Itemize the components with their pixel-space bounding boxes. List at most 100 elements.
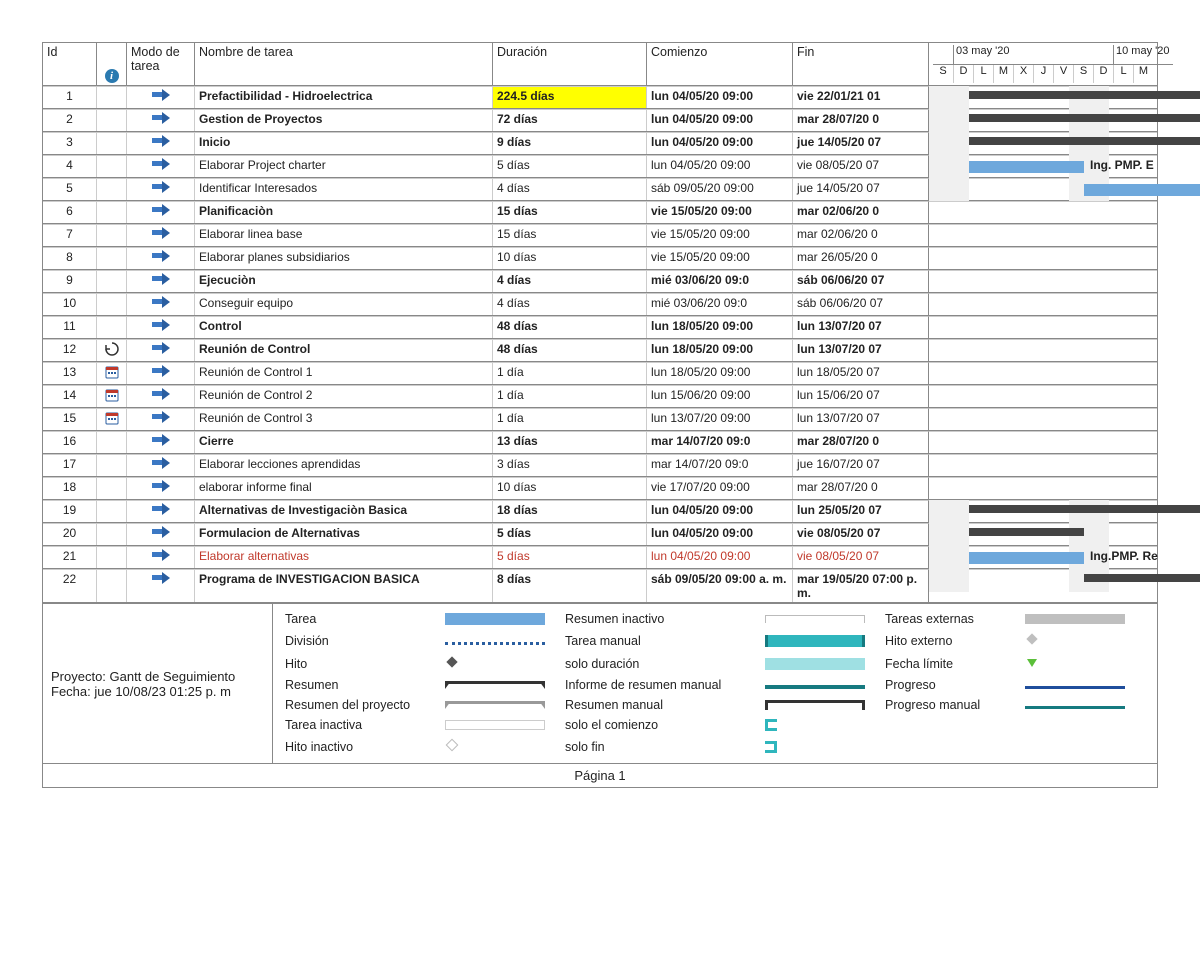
cell-id[interactable]: 11 (43, 316, 97, 338)
cell-finish[interactable]: mar 02/06/20 0 (793, 201, 929, 223)
cell-start[interactable]: lun 04/05/20 09:00 (647, 109, 793, 131)
cell-task-name[interactable]: Elaborar Project charter (195, 155, 493, 177)
cell-start[interactable]: mar 14/07/20 09:0 (647, 431, 793, 453)
cell-timeline[interactable] (929, 293, 1157, 315)
cell-start[interactable]: vie 15/05/20 09:00 (647, 201, 793, 223)
col-start[interactable]: Comienzo (647, 43, 793, 85)
cell-timeline[interactable] (929, 408, 1157, 430)
cell-id[interactable]: 3 (43, 132, 97, 154)
cell-id[interactable]: 9 (43, 270, 97, 292)
cell-start[interactable]: lun 04/05/20 09:00 (647, 86, 793, 108)
cell-mode[interactable] (127, 362, 195, 384)
cell-task-name[interactable]: Planificaciòn (195, 201, 493, 223)
cell-id[interactable]: 13 (43, 362, 97, 384)
task-row[interactable]: 1Prefactibilidad - Hidroelectrica224.5 d… (43, 86, 1157, 109)
cell-start[interactable]: lun 04/05/20 09:00 (647, 155, 793, 177)
cell-mode[interactable] (127, 339, 195, 361)
cell-start[interactable]: sáb 09/05/20 09:00 a. m. (647, 569, 793, 602)
cell-finish[interactable]: vie 08/05/20 07 (793, 546, 929, 568)
cell-timeline[interactable] (929, 316, 1157, 338)
cell-mode[interactable] (127, 270, 195, 292)
col-name[interactable]: Nombre de tarea (195, 43, 493, 85)
cell-task-name[interactable]: Control (195, 316, 493, 338)
task-row[interactable]: 19Alternativas de Investigaciòn Basica18… (43, 500, 1157, 523)
task-row[interactable]: 8Elaborar planes subsidiarios10 díasvie … (43, 247, 1157, 270)
cell-id[interactable]: 15 (43, 408, 97, 430)
cell-mode[interactable] (127, 316, 195, 338)
cell-mode[interactable] (127, 293, 195, 315)
cell-mode[interactable] (127, 569, 195, 602)
task-row[interactable]: 20Formulacion de Alternativas5 díaslun 0… (43, 523, 1157, 546)
task-row[interactable]: 12Reunión de Control48 díaslun 18/05/20 … (43, 339, 1157, 362)
cell-duration[interactable]: 1 día (493, 408, 647, 430)
task-row[interactable]: 7Elaborar linea base15 díasvie 15/05/20 … (43, 224, 1157, 247)
task-row[interactable]: 15Reunión de Control 31 díalun 13/07/20 … (43, 408, 1157, 431)
cell-start[interactable]: lun 18/05/20 09:00 (647, 339, 793, 361)
cell-finish[interactable]: lun 13/07/20 07 (793, 408, 929, 430)
cell-id[interactable]: 7 (43, 224, 97, 246)
cell-duration[interactable]: 13 días (493, 431, 647, 453)
cell-finish[interactable]: vie 22/01/21 01 (793, 86, 929, 108)
cell-start[interactable]: lun 04/05/20 09:00 (647, 500, 793, 522)
cell-id[interactable]: 20 (43, 523, 97, 545)
cell-finish[interactable]: lun 25/05/20 07 (793, 500, 929, 522)
cell-finish[interactable]: sáb 06/06/20 07 (793, 293, 929, 315)
cell-task-name[interactable]: Alternativas de Investigaciòn Basica (195, 500, 493, 522)
cell-task-name[interactable]: Prefactibilidad - Hidroelectrica (195, 86, 493, 108)
cell-duration[interactable]: 1 día (493, 362, 647, 384)
cell-start[interactable]: lun 04/05/20 09:00 (647, 546, 793, 568)
cell-finish[interactable]: mar 28/07/20 0 (793, 431, 929, 453)
cell-finish[interactable]: mar 28/07/20 0 (793, 109, 929, 131)
task-row[interactable]: 17Elaborar lecciones aprendidas3 díasmar… (43, 454, 1157, 477)
col-indicator[interactable]: i (97, 43, 127, 85)
col-duration[interactable]: Duración (493, 43, 647, 85)
cell-task-name[interactable]: Inicio (195, 132, 493, 154)
cell-start[interactable]: vie 15/05/20 09:00 (647, 247, 793, 269)
cell-start[interactable]: lun 18/05/20 09:00 (647, 362, 793, 384)
cell-finish[interactable]: jue 14/05/20 07 (793, 132, 929, 154)
cell-timeline[interactable] (929, 477, 1157, 499)
cell-start[interactable]: vie 17/07/20 09:00 (647, 477, 793, 499)
cell-id[interactable]: 8 (43, 247, 97, 269)
cell-mode[interactable] (127, 431, 195, 453)
cell-mode[interactable] (127, 132, 195, 154)
cell-finish[interactable]: sáb 06/06/20 07 (793, 270, 929, 292)
cell-timeline[interactable] (929, 500, 1157, 522)
cell-mode[interactable] (127, 178, 195, 200)
cell-start[interactable]: mié 03/06/20 09:0 (647, 293, 793, 315)
task-row[interactable]: 16Cierre13 díasmar 14/07/20 09:0mar 28/0… (43, 431, 1157, 454)
timeline-header[interactable]: 03 may '2010 may '20 SDLMXJVSDLM (929, 43, 1177, 85)
cell-id[interactable]: 6 (43, 201, 97, 223)
cell-mode[interactable] (127, 86, 195, 108)
task-row[interactable]: 10Conseguir equipo4 díasmié 03/06/20 09:… (43, 293, 1157, 316)
cell-finish[interactable]: lun 18/05/20 07 (793, 362, 929, 384)
cell-task-name[interactable]: Ejecuciòn (195, 270, 493, 292)
cell-mode[interactable] (127, 523, 195, 545)
cell-finish[interactable]: jue 14/05/20 07 (793, 178, 929, 200)
cell-timeline[interactable] (929, 431, 1157, 453)
task-row[interactable]: 2Gestion de Proyectos72 díaslun 04/05/20… (43, 109, 1157, 132)
cell-duration[interactable]: 48 días (493, 316, 647, 338)
cell-finish[interactable]: lun 13/07/20 07 (793, 339, 929, 361)
cell-duration[interactable]: 5 días (493, 523, 647, 545)
cell-id[interactable]: 5 (43, 178, 97, 200)
task-row[interactable]: 14Reunión de Control 21 díalun 15/06/20 … (43, 385, 1157, 408)
cell-timeline[interactable] (929, 86, 1157, 108)
cell-mode[interactable] (127, 546, 195, 568)
cell-timeline[interactable] (929, 385, 1157, 407)
cell-duration[interactable]: 5 días (493, 155, 647, 177)
cell-finish[interactable]: mar 02/06/20 0 (793, 224, 929, 246)
cell-id[interactable]: 18 (43, 477, 97, 499)
cell-duration[interactable]: 4 días (493, 270, 647, 292)
cell-task-name[interactable]: Elaborar planes subsidiarios (195, 247, 493, 269)
cell-task-name[interactable]: Formulacion de Alternativas (195, 523, 493, 545)
cell-timeline[interactable] (929, 270, 1157, 292)
cell-mode[interactable] (127, 155, 195, 177)
cell-task-name[interactable]: elaborar informe final (195, 477, 493, 499)
cell-timeline[interactable] (929, 109, 1157, 131)
cell-finish[interactable]: lun 15/06/20 07 (793, 385, 929, 407)
cell-duration[interactable]: 72 días (493, 109, 647, 131)
cell-finish[interactable]: jue 16/07/20 07 (793, 454, 929, 476)
cell-task-name[interactable]: Programa de INVESTIGACION BASICA (195, 569, 493, 602)
cell-timeline[interactable] (929, 224, 1157, 246)
